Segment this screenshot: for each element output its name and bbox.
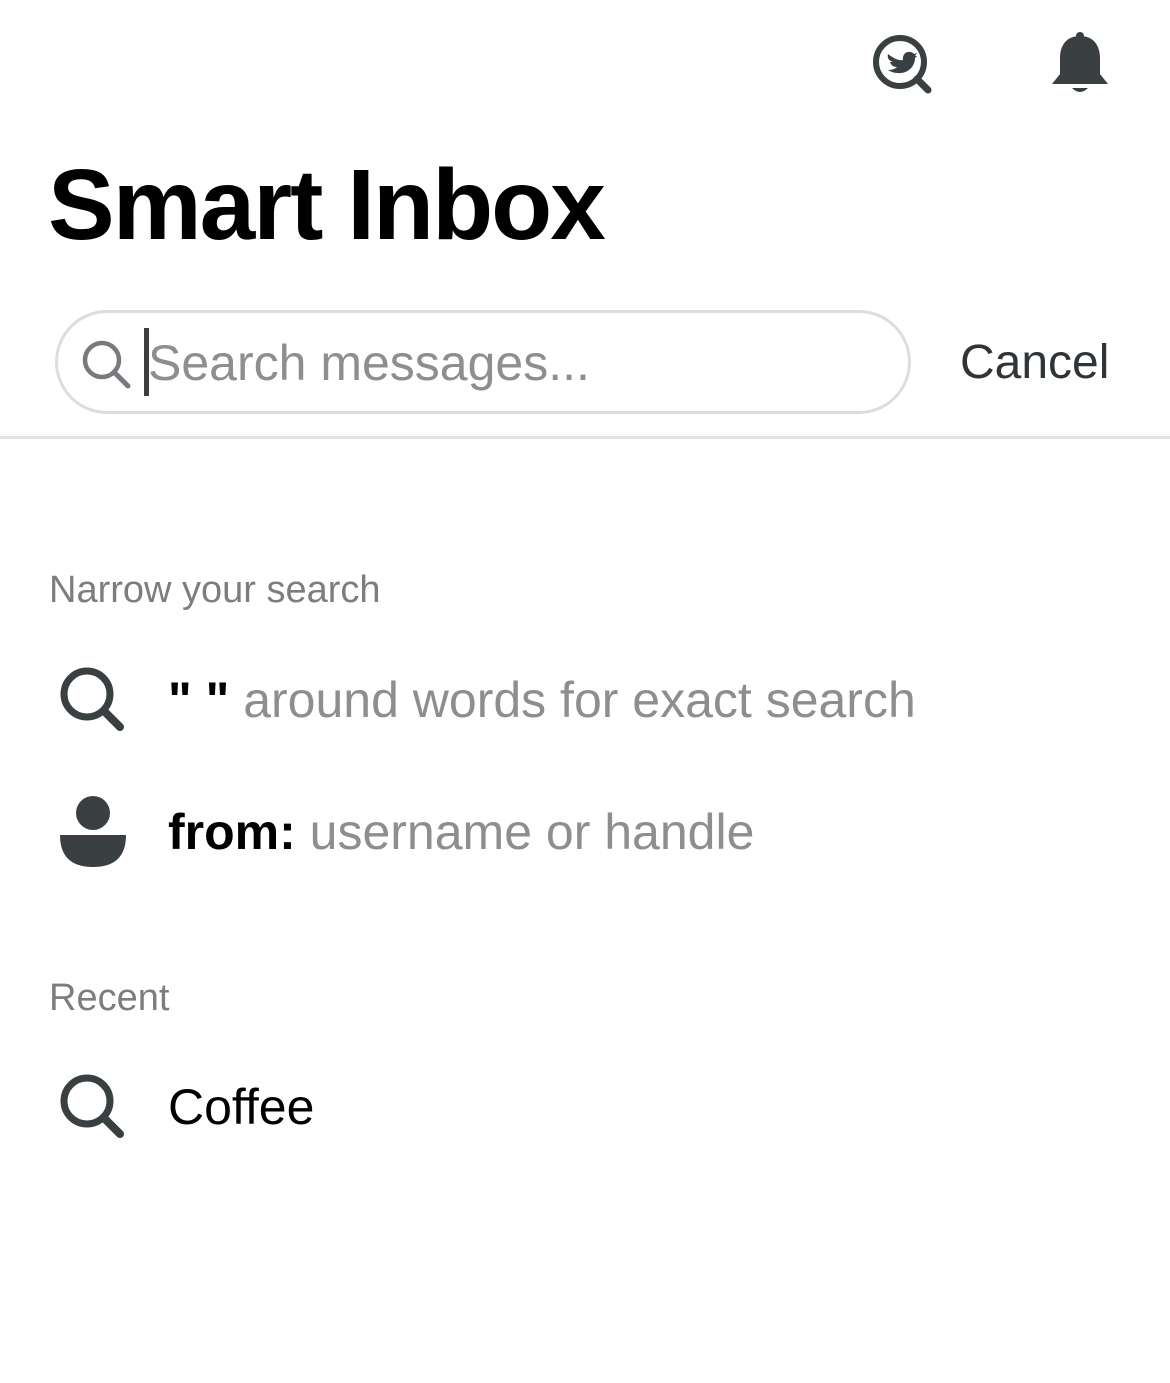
person-icon [60,796,126,867]
search-icon [60,1074,124,1138]
recent-item[interactable]: Coffee [0,1052,1170,1162]
bell-icon[interactable] [1048,30,1112,100]
narrow-item-from[interactable]: from: username or handle [0,777,1170,887]
divider [0,436,1170,439]
search-field[interactable] [55,310,911,414]
search-icon [82,340,131,389]
search-icon [60,667,124,731]
narrow-item-keyword: from: [168,804,296,860]
narrow-item-hint: around words for exact search [229,672,916,728]
narrow-item-text: " " around words for exact search [168,670,916,730]
recent-item-label: Coffee [168,1079,315,1135]
twitter-search-icon[interactable] [870,32,934,96]
narrow-search-heading: Narrow your search [49,569,381,611]
narrow-item-hint: username or handle [295,804,755,860]
recent-heading: Recent [49,977,170,1019]
narrow-item-text: from: username or handle [168,802,754,862]
text-caret [144,328,149,396]
page-title: Smart Inbox [48,149,606,261]
search-input[interactable] [148,331,888,395]
narrow-item-keyword: " " [168,672,230,728]
cancel-button[interactable]: Cancel [960,334,1109,392]
narrow-item-exact-search[interactable]: " " around words for exact search [0,645,1170,755]
